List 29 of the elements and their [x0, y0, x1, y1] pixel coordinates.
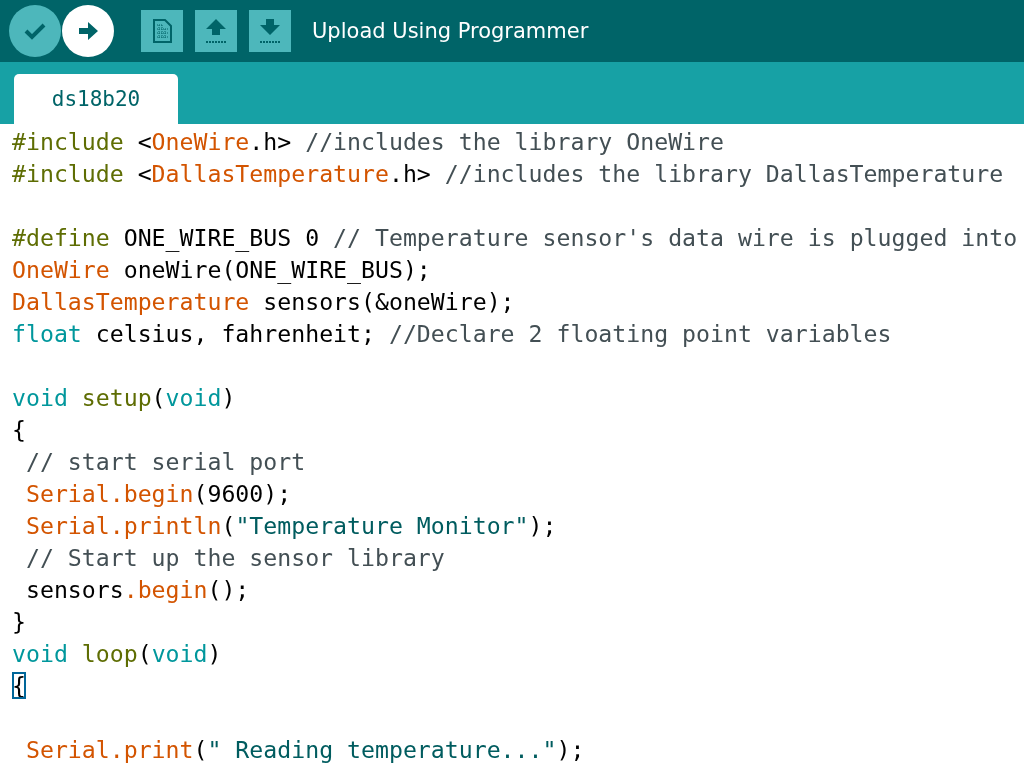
code-line: // Start up the sensor library [24, 543, 446, 573]
code-line: #include <OneWire.h> //includes the library OneWire [12, 127, 725, 157]
checkmark-icon [24, 22, 46, 40]
up-arrow-icon [204, 18, 228, 44]
code-line: DallasTemperature sensors(&oneWire); [12, 287, 516, 317]
code-line: Serial.print(" Reading temperature..."); [24, 735, 586, 765]
code-line: void setup(void) [12, 383, 237, 413]
code-line: sensors.begin(); [24, 575, 251, 605]
code-line: #include <DallasTemperature.h> //includes the library DallasTemperature [12, 159, 1005, 189]
code-line: OneWire oneWire(ONE_WIRE_BUS); [12, 255, 432, 286]
open-button[interactable] [195, 10, 237, 52]
code-line: void loop(void) [12, 639, 223, 669]
code-line: Serial.begin(9600); [24, 479, 293, 509]
down-arrow-icon [258, 18, 282, 44]
code-line: Serial.println("Temperature Monitor"); [24, 511, 558, 541]
right-arrow-icon [77, 21, 99, 41]
code-line: // start serial port [24, 447, 307, 477]
upload-button[interactable] [62, 5, 114, 57]
toolbar-status-text: Upload Using Programmer [312, 19, 589, 43]
file-tab[interactable]: ds18b20 [14, 74, 178, 124]
code-line: } [12, 607, 27, 637]
verify-button[interactable] [9, 5, 61, 57]
code-line: #define ONE_WIRE_BUS 0 // Temperature sensor's data wire is plugged into [12, 223, 1019, 254]
code-line: { [12, 415, 27, 445]
new-button[interactable] [141, 10, 183, 52]
document-icon [152, 19, 172, 43]
code-line: float celsius, fahrenheit; //Declare 2 floating point variables [12, 319, 893, 349]
code-line: { [12, 671, 27, 701]
save-button[interactable] [249, 10, 291, 52]
